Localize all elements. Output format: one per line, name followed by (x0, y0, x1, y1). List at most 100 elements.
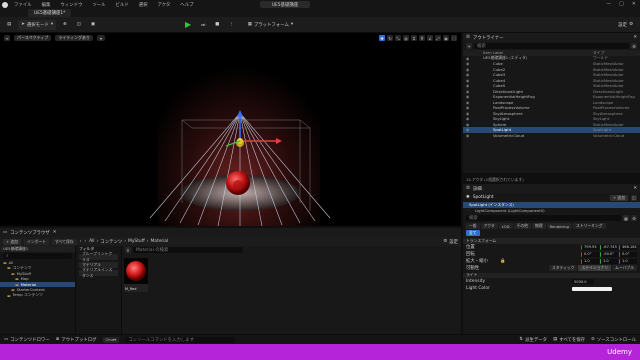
rotation-x[interactable]: 0.0° (581, 251, 599, 257)
camera-speed-icon[interactable]: ◉ (443, 35, 449, 41)
mobility-static[interactable]: スタティック (548, 265, 578, 271)
rotation-snap-icon[interactable]: ∠ (427, 35, 433, 41)
visibility-icon[interactable]: ◉ (466, 78, 469, 83)
close-icon[interactable]: ✕ (632, 1, 636, 7)
asset-tile[interactable]: M_Red (124, 258, 148, 292)
close-icon[interactable]: ✕ (53, 230, 57, 235)
visibility-icon[interactable]: ◉ (466, 67, 469, 72)
add-component-button[interactable]: + 追加 (610, 194, 628, 201)
add-filter-icon[interactable]: + (466, 43, 472, 49)
filter-item[interactable]: ブループリントクラス (79, 251, 118, 262)
filter-item[interactable]: マテリアルインスタンス (79, 267, 118, 278)
menu-item[interactable]: ビルド (111, 2, 134, 8)
settings-icon[interactable]: ⚙ (631, 215, 637, 221)
quick-add-button[interactable]: ⊕ (60, 20, 70, 30)
location-y[interactable]: -67.745 (600, 244, 618, 250)
blueprint-button[interactable]: ◫ (74, 20, 84, 30)
breadcrumb-item[interactable]: All (89, 239, 94, 244)
breadcrumb-item[interactable]: MyStuff (128, 239, 145, 244)
tab-level[interactable]: UE5基礎講座1* (28, 9, 72, 17)
section-transform[interactable]: トランスフォーム (463, 238, 640, 244)
grid-snap-icon[interactable]: # (419, 35, 425, 41)
lighting-button[interactable]: ライティングあり (55, 35, 93, 41)
lock-icon[interactable]: 🔒 (500, 259, 505, 264)
close-icon[interactable]: ✕ (633, 35, 637, 40)
viewport-menu-icon[interactable]: ≡ (4, 35, 10, 41)
visibility-icon[interactable]: ◉ (466, 83, 469, 88)
stop-button[interactable]: ■ (212, 20, 222, 30)
scale-snap-icon[interactable]: ⤢ (435, 35, 441, 41)
menu-item[interactable]: 編集 (37, 2, 56, 8)
settings-icon[interactable]: ⚙ (631, 43, 637, 49)
output-log-button[interactable]: ≣ アウトプットログ (56, 337, 97, 343)
menu-item[interactable]: ファイル (9, 2, 37, 8)
visibility-icon[interactable]: ◉ (466, 116, 469, 121)
visibility-icon[interactable]: ◉ (466, 89, 469, 94)
close-icon[interactable]: ✕ (633, 186, 637, 191)
menu-item[interactable]: ツール (87, 2, 110, 8)
details-tab[interactable]: 一般 (466, 223, 480, 229)
asset-search-input[interactable]: Material の検索 (133, 247, 243, 253)
platform-button[interactable]: ▦ プラットフォーム ▾ (245, 20, 296, 30)
translate-icon[interactable]: ✥ (379, 35, 385, 41)
visibility-icon[interactable]: ◉ (466, 122, 469, 127)
project-root[interactable]: UE5基礎講座1 (0, 246, 75, 252)
save-all-button[interactable]: すべて保存 (51, 238, 77, 245)
details-tab[interactable]: アクタ (480, 223, 498, 229)
sequencer-button[interactable]: ▣ (88, 20, 98, 30)
save-button[interactable]: ▤ (4, 20, 14, 30)
visibility-icon[interactable]: ◉ (466, 111, 469, 116)
surface-snap-icon[interactable]: ⌗ (411, 35, 417, 41)
maximize-icon[interactable]: □ (619, 1, 624, 7)
menu-item[interactable]: 選択 (134, 2, 153, 8)
import-button[interactable]: インポート (23, 238, 49, 245)
back-icon[interactable]: ‹ (80, 239, 82, 244)
scale-z[interactable]: 1.0 (619, 258, 637, 264)
filter-icon[interactable]: ⚲ (125, 247, 131, 253)
console-input[interactable]: コンソールコマンドを入力します (125, 336, 236, 343)
details-tab[interactable]: 物理 (531, 223, 546, 229)
source-control-button[interactable]: ⊘ ソースコントロール (591, 337, 636, 343)
scale-icon[interactable]: ⤡ (395, 35, 401, 41)
unreal-logo-icon[interactable] (0, 0, 9, 9)
tab-all[interactable]: 全て (466, 230, 480, 236)
forward-icon[interactable]: › (84, 239, 86, 244)
visibility-icon[interactable]: ◉ (466, 133, 469, 138)
details-tab[interactable]: LOD (498, 223, 513, 229)
folder-item[interactable]: ▬ Temp コンテンツ (0, 292, 75, 299)
cmd-button[interactable]: Cmd ▾ (102, 336, 120, 343)
details-tab[interactable]: Rendering (546, 223, 572, 229)
grid-view-icon[interactable]: ▦ (623, 215, 629, 221)
rotation-y[interactable]: -90.0° (600, 251, 618, 257)
world-local-icon[interactable]: ◍ (403, 35, 409, 41)
details-tab[interactable]: その他 (513, 223, 531, 229)
visibility-icon[interactable]: ◉ (466, 127, 469, 132)
save-all-status-button[interactable]: ▤ すべてを保存 (553, 337, 585, 343)
rotation-z[interactable]: 0.0° (619, 251, 637, 257)
visibility-icon[interactable]: ◉ (466, 56, 469, 61)
play-button[interactable]: ▶ (182, 20, 194, 30)
breadcrumb-item[interactable]: コンテンツ (100, 239, 122, 245)
scale-x[interactable]: 1.0 (581, 258, 599, 264)
maximize-viewport-icon[interactable]: ⛶ (451, 35, 457, 41)
blueprint-icon[interactable]: ◫ (631, 194, 637, 201)
play-options-button[interactable]: ⋮ (226, 20, 236, 30)
scale-y[interactable]: 1.0 (600, 258, 618, 264)
content-drawer-button[interactable]: ▭ コンテンツドロワー (4, 337, 50, 343)
visibility-icon[interactable]: ◉ (466, 100, 469, 105)
light-color-swatch[interactable] (572, 286, 612, 291)
rotate-icon[interactable]: ↻ (387, 35, 393, 41)
visibility-icon[interactable]: ◉ (466, 105, 469, 110)
menu-item[interactable]: ウィンドウ (55, 2, 87, 8)
advance-frame-button[interactable]: ⏭ (198, 20, 208, 30)
minimize-icon[interactable]: — (606, 1, 611, 7)
folder-search-input[interactable]: ⌕ (3, 252, 72, 259)
menu-item[interactable]: アクタ (153, 2, 176, 8)
menu-item[interactable]: ヘルプ (175, 2, 198, 8)
details-tab[interactable]: ストリーミング (572, 223, 606, 229)
details-search-input[interactable]: 検索 (466, 215, 621, 221)
visibility-icon[interactable]: ◉ (466, 94, 469, 99)
perspective-button[interactable]: パースペクティブ (14, 35, 52, 41)
derived-data-button[interactable]: ⇅ 派生データ (519, 337, 547, 343)
mobility-stationary[interactable]: ステイショナリ (578, 265, 612, 271)
